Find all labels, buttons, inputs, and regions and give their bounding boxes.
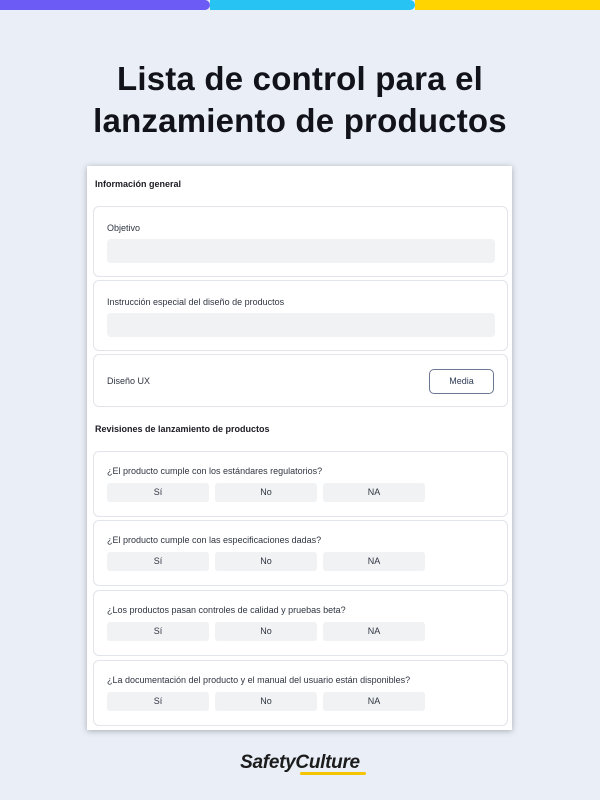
design-instruction-card: Instrucción especial del diseño de produ…: [93, 280, 508, 351]
option-yes[interactable]: Sí: [107, 622, 209, 641]
option-na[interactable]: NA: [323, 483, 425, 502]
stripe-cyan: [210, 0, 415, 10]
option-na[interactable]: NA: [323, 552, 425, 571]
stripe-purple: [0, 0, 210, 10]
question-card: ¿Los productos pasan controles de calida…: [93, 590, 508, 656]
question-card: ¿La documentación del producto y el manu…: [93, 660, 508, 726]
objective-label: Objetivo: [107, 223, 141, 233]
answer-options: Sí No NA: [107, 483, 425, 502]
answer-options: Sí No NA: [107, 622, 425, 641]
stripe-yellow: [415, 0, 600, 10]
answer-options: Sí No NA: [107, 692, 425, 711]
question-text: ¿Los productos pasan controles de calida…: [107, 605, 346, 615]
option-no[interactable]: No: [215, 483, 317, 502]
design-instruction-field[interactable]: [107, 313, 495, 337]
option-yes[interactable]: Sí: [107, 483, 209, 502]
objective-field[interactable]: [107, 239, 495, 263]
question-card: ¿El producto cumple con los estándares r…: [93, 451, 508, 517]
brand-underline: [300, 772, 366, 775]
checklist-sheet: Información general Objetivo Instrucción…: [87, 166, 512, 730]
option-yes[interactable]: Sí: [107, 552, 209, 571]
page-title: Lista de control para el lanzamiento de …: [0, 58, 600, 142]
section-title-general: Información general: [95, 179, 182, 189]
objective-card: Objetivo: [93, 206, 508, 277]
option-no[interactable]: No: [215, 692, 317, 711]
top-color-stripe: [0, 0, 600, 10]
question-text: ¿El producto cumple con las especificaci…: [107, 535, 322, 545]
question-text: ¿La documentación del producto y el manu…: [107, 675, 411, 685]
option-na[interactable]: NA: [323, 622, 425, 641]
media-button[interactable]: Media: [429, 369, 494, 394]
option-no[interactable]: No: [215, 622, 317, 641]
page-title-line-1: Lista de control para el: [116, 60, 484, 97]
ux-design-label: Diseño UX: [107, 376, 151, 386]
ux-design-card: Diseño UX Media: [93, 354, 508, 407]
page-title-line-2: lanzamiento de productos: [93, 102, 507, 139]
section-title-reviews: Revisiones de lanzamiento de productos: [95, 424, 270, 434]
design-instruction-label: Instrucción especial del diseño de produ…: [107, 297, 285, 307]
option-yes[interactable]: Sí: [107, 692, 209, 711]
brand-logo: SafetyCulture: [240, 752, 360, 773]
option-na[interactable]: NA: [323, 692, 425, 711]
question-card: ¿El producto cumple con las especificaci…: [93, 520, 508, 586]
option-no[interactable]: No: [215, 552, 317, 571]
answer-options: Sí No NA: [107, 552, 425, 571]
question-text: ¿El producto cumple con los estándares r…: [107, 466, 323, 476]
